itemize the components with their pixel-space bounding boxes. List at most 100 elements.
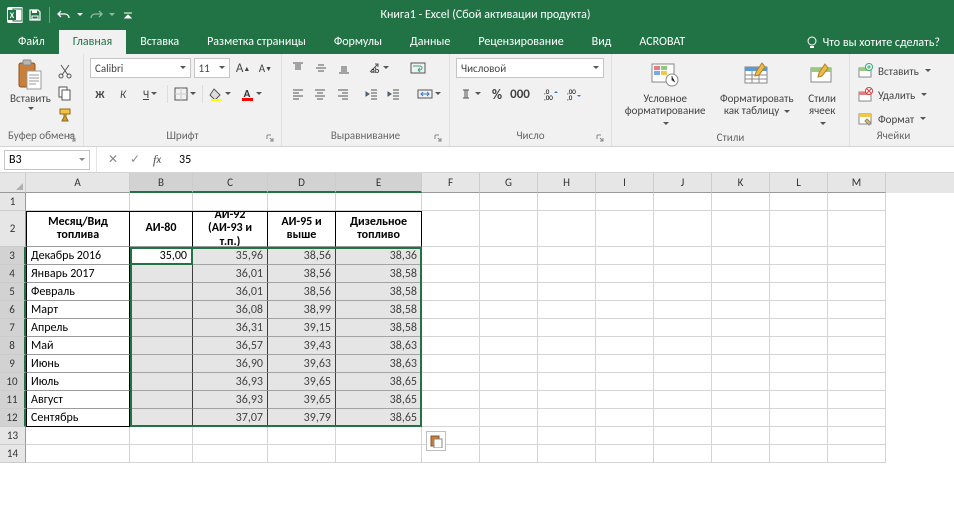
cell[interactable] <box>422 265 480 283</box>
cell[interactable] <box>130 391 193 409</box>
cell[interactable] <box>538 319 596 337</box>
cell[interactable] <box>770 355 828 373</box>
cell[interactable] <box>480 319 538 337</box>
cell[interactable] <box>538 283 596 301</box>
cell[interactable] <box>712 391 770 409</box>
bold-button[interactable]: Ж <box>90 84 110 104</box>
tab-view[interactable]: Вид <box>578 30 626 54</box>
cell[interactable] <box>770 319 828 337</box>
column-header[interactable]: F <box>422 173 480 193</box>
cell[interactable] <box>268 445 336 463</box>
cell[interactable] <box>596 283 654 301</box>
cell[interactable] <box>712 355 770 373</box>
cell[interactable] <box>770 445 828 463</box>
cell[interactable]: Апрель <box>26 319 130 337</box>
cell[interactable]: 38,36 <box>336 247 422 265</box>
align-top-icon[interactable] <box>288 58 308 78</box>
cell[interactable]: 35,96 <box>193 247 268 265</box>
align-middle-icon[interactable] <box>311 58 331 78</box>
percent-icon[interactable]: % <box>487 84 507 104</box>
italic-button[interactable]: К <box>113 84 133 104</box>
cell[interactable] <box>596 319 654 337</box>
cell[interactable] <box>596 337 654 355</box>
cell[interactable] <box>480 373 538 391</box>
cell[interactable]: 36,90 <box>193 355 268 373</box>
name-box[interactable]: B3 <box>4 150 90 170</box>
cell[interactable]: 36,01 <box>193 265 268 283</box>
row-header[interactable]: 10 <box>0 373 26 391</box>
column-header[interactable]: J <box>654 173 712 193</box>
cell[interactable] <box>538 445 596 463</box>
align-right-icon[interactable] <box>333 84 352 104</box>
cell[interactable] <box>828 247 886 265</box>
cell[interactable] <box>770 391 828 409</box>
cell[interactable]: 38,99 <box>268 301 336 319</box>
alignment-dialog-launcher-icon[interactable] <box>431 131 445 145</box>
cell[interactable] <box>770 301 828 319</box>
cell[interactable] <box>654 373 712 391</box>
delete-cells-button[interactable]: Удалить <box>856 85 931 105</box>
cell[interactable] <box>336 427 422 445</box>
cell[interactable] <box>712 265 770 283</box>
cell[interactable] <box>480 427 538 445</box>
format-painter-icon[interactable] <box>55 105 75 125</box>
cell[interactable] <box>828 373 886 391</box>
cell[interactable] <box>828 445 886 463</box>
cell[interactable]: Декабрь 2016 <box>26 247 130 265</box>
cell[interactable] <box>193 427 268 445</box>
row-header[interactable]: 12 <box>0 409 26 427</box>
cell[interactable] <box>130 355 193 373</box>
increase-decimal-icon[interactable]: ,0,00 <box>540 84 560 104</box>
cell[interactable]: АИ-92 (АИ-93 и т.п.) <box>193 211 268 247</box>
cell[interactable] <box>193 445 268 463</box>
select-all-corner[interactable] <box>0 173 26 193</box>
cell[interactable] <box>538 265 596 283</box>
cell[interactable] <box>828 355 886 373</box>
cell[interactable] <box>712 247 770 265</box>
cell[interactable] <box>654 301 712 319</box>
cell[interactable] <box>654 265 712 283</box>
tab-home[interactable]: Главная <box>59 30 126 54</box>
cell[interactable] <box>712 301 770 319</box>
cell[interactable]: 39,65 <box>268 373 336 391</box>
merge-center-icon[interactable] <box>416 84 443 104</box>
cell[interactable] <box>654 409 712 427</box>
cell[interactable] <box>712 319 770 337</box>
increase-indent-icon[interactable] <box>385 84 404 104</box>
cell[interactable] <box>26 427 130 445</box>
cell[interactable]: 38,56 <box>268 283 336 301</box>
cell[interactable]: Январь 2017 <box>26 265 130 283</box>
cell[interactable] <box>480 409 538 427</box>
cell[interactable] <box>654 193 712 211</box>
cell[interactable] <box>828 409 886 427</box>
cancel-formula-icon[interactable]: ✕ <box>103 150 123 170</box>
cell[interactable] <box>480 391 538 409</box>
cell[interactable] <box>130 193 193 211</box>
tab-data[interactable]: Данные <box>396 30 464 54</box>
save-icon[interactable] <box>26 6 44 24</box>
number-dialog-launcher-icon[interactable] <box>593 131 607 145</box>
align-bottom-icon[interactable] <box>334 58 354 78</box>
cell[interactable] <box>26 193 130 211</box>
column-header[interactable]: M <box>828 173 886 193</box>
cell[interactable] <box>336 445 422 463</box>
cell[interactable] <box>828 283 886 301</box>
cell[interactable]: Июнь <box>26 355 130 373</box>
comma-style-icon[interactable]: 000 <box>510 84 530 104</box>
cell[interactable] <box>654 247 712 265</box>
column-header[interactable]: D <box>268 173 336 193</box>
cell[interactable] <box>770 337 828 355</box>
column-header[interactable]: E <box>336 173 422 193</box>
cell[interactable] <box>596 301 654 319</box>
cell[interactable] <box>712 427 770 445</box>
cell[interactable] <box>538 337 596 355</box>
cell[interactable] <box>130 337 193 355</box>
cell[interactable] <box>770 211 828 247</box>
cell[interactable] <box>712 283 770 301</box>
cell[interactable] <box>538 301 596 319</box>
cell[interactable] <box>538 391 596 409</box>
column-header[interactable]: K <box>712 173 770 193</box>
font-size-select[interactable]: 11 <box>194 58 231 78</box>
cell[interactable]: 39,79 <box>268 409 336 427</box>
number-format-select[interactable]: Числовой <box>456 58 604 78</box>
